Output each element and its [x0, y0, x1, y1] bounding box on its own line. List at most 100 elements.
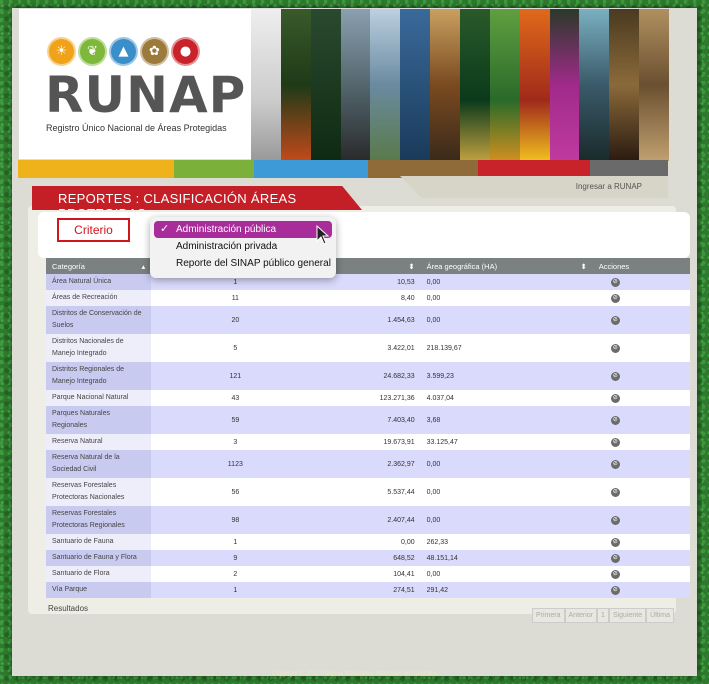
sort-icon[interactable]: ⬍ [580, 262, 586, 271]
geo-area-cell: 0,00 [420, 506, 593, 534]
sort-icon[interactable]: ⬍ [408, 262, 414, 271]
table-row: Reservas Forestales Protectoras Nacional… [46, 478, 690, 506]
view-details-icon[interactable]: ⊘ [610, 515, 620, 525]
table-row: Reserva Natural de la Sociedad Civil 1123… [46, 450, 690, 478]
table-row: Parques Naturales Regionales 59 7.403,40 3,… [46, 406, 690, 434]
geo-area-cell: 291,42 [420, 582, 593, 598]
area-cell: 7.403,40 [319, 406, 421, 434]
table-row: Distritos Nacionales de Manejo Integrado… [46, 334, 690, 362]
area-cell: 0,00 [319, 534, 421, 550]
category-cell: Reservas Forestales Protectoras Nacional… [46, 478, 152, 506]
area-cell: 8,40 [319, 290, 421, 306]
logo-subtitle: Registro Único Nacional de Áreas Protegi… [46, 123, 227, 133]
table-row: Distritos Regionales de Manejo Integrado… [46, 362, 690, 390]
area-cell: 104,41 [319, 566, 421, 582]
pager-next[interactable]: Siguiente [608, 608, 647, 623]
geo-area-cell: 0,00 [420, 274, 593, 290]
plant-icon: ✿ [140, 37, 169, 66]
count-cell: 5 [151, 334, 320, 362]
actions-cell: ⊘ [592, 534, 690, 550]
pager-prev[interactable]: Anterior [564, 608, 598, 623]
dropdown-option-public[interactable]: ✓ Administración pública [154, 221, 332, 238]
view-details-icon[interactable]: ⊘ [610, 315, 620, 325]
view-details-icon[interactable]: ⊘ [610, 537, 620, 547]
geo-area-cell: 3.599,23 [420, 362, 593, 390]
column-header-actions: Acciones [592, 258, 690, 274]
actions-cell: ⊘ [592, 478, 690, 506]
sun-icon: ☀ [47, 37, 76, 66]
column-header-geo-area[interactable]: Área geográfica (HA) ⬍ [420, 258, 593, 274]
table-row: Parque Nacional Natural 43 123.271,36 4.037… [46, 390, 690, 406]
pager-first[interactable]: Primera [532, 608, 565, 623]
category-cell: Santuario de Flora [46, 566, 152, 582]
count-cell: 121 [151, 362, 320, 390]
checkmark-icon: ✓ [160, 223, 170, 235]
area-cell: 24.682,33 [319, 362, 421, 390]
view-details-icon[interactable]: ⊘ [610, 393, 620, 403]
table-row: Área Natural Única 1 10,53 0,00 ⊘ [46, 274, 690, 290]
login-link[interactable]: Ingresar a RUNAP [576, 182, 642, 191]
view-details-icon[interactable]: ⊘ [610, 553, 620, 563]
classification-table: Categoría ▴ ⬍ Área geográfica (HA) ⬍ Acc… [46, 258, 690, 598]
table-row: Áreas de Recreación 11 8,40 0,00 ⊘ [46, 290, 690, 306]
column-header-category[interactable]: Categoría ▴ [46, 258, 152, 274]
count-cell: 98 [151, 506, 320, 534]
count-cell: 1 [151, 534, 320, 550]
category-cell: Distritos Regionales de Manejo Integrado [46, 362, 152, 390]
dropdown-option-sinap[interactable]: Reporte del SINAP público general [154, 255, 332, 272]
runap-logo[interactable]: ☀ ❦ ▲ ✿ ● RUNAP Registro Único Nacional … [19, 9, 251, 161]
geo-area-cell: 0,00 [420, 450, 593, 478]
site-header: ☀ ❦ ▲ ✿ ● RUNAP Registro Único Nacional … [18, 8, 670, 161]
area-cell: 123.271,36 [319, 390, 421, 406]
count-cell: 9 [151, 550, 320, 566]
pagination: Primera Anterior 1 Siguiente Última [532, 608, 674, 623]
count-cell: 56 [151, 478, 320, 506]
table-row: Reserva Natural 3 19.673,91 33.125,47 ⊘ [46, 434, 690, 450]
logo-wordmark: RUNAP [45, 66, 247, 124]
geo-area-cell: 0,00 [420, 306, 593, 334]
view-details-icon[interactable]: ⊘ [610, 343, 620, 353]
actions-cell: ⊘ [592, 434, 690, 450]
login-tab[interactable]: Ingresar a RUNAP [400, 176, 668, 198]
criterio-field[interactable]: Criterio [57, 218, 130, 242]
count-cell: 2 [151, 566, 320, 582]
copyright-footer: Copyright © 2022 Parques Nacionales Natu… [272, 671, 437, 677]
actions-cell: ⊘ [592, 550, 690, 566]
geo-area-cell: 262,33 [420, 534, 593, 550]
dropdown-option-private[interactable]: Administración privada [154, 238, 332, 255]
view-details-icon[interactable]: ⊘ [610, 459, 620, 469]
geo-area-cell: 0,00 [420, 478, 593, 506]
criterio-dropdown[interactable]: ✓ Administración pública Administración … [150, 217, 336, 278]
results-label: Resultados [48, 604, 89, 613]
view-details-icon[interactable]: ⊘ [610, 585, 620, 595]
mountain-icon: ▲ [109, 37, 138, 66]
area-cell: 5.537,44 [319, 478, 421, 506]
category-cell: Distritos de Conservación de Suelos [46, 306, 152, 334]
category-cell: Distritos Nacionales de Manejo Integrado [46, 334, 152, 362]
actions-cell: ⊘ [592, 290, 690, 306]
animal-icon: ● [171, 37, 200, 66]
pager-last[interactable]: Última [646, 608, 674, 623]
area-cell: 1.454,63 [319, 306, 421, 334]
area-cell: 274,51 [319, 582, 421, 598]
view-details-icon[interactable]: ⊘ [610, 487, 620, 497]
geo-area-cell: 48.151,14 [420, 550, 593, 566]
view-details-icon[interactable]: ⊘ [610, 415, 620, 425]
category-cell: Área Natural Única [46, 274, 152, 290]
category-cell: Santuario de Fauna y Flora [46, 550, 152, 566]
option-label: Administración privada [176, 241, 278, 252]
category-cell: Vía Parque [46, 582, 152, 598]
actions-cell: ⊘ [592, 362, 690, 390]
view-details-icon[interactable]: ⊘ [610, 277, 620, 287]
count-cell: 43 [151, 390, 320, 406]
view-details-icon[interactable]: ⊘ [610, 371, 620, 381]
view-details-icon[interactable]: ⊘ [610, 293, 620, 303]
table-header-row: Categoría ▴ ⬍ Área geográfica (HA) ⬍ Acc… [46, 258, 690, 274]
filter-panel [38, 212, 690, 258]
view-details-icon[interactable]: ⊘ [610, 569, 620, 579]
table-row: Distritos de Conservación de Suelos 20 1.4… [46, 306, 690, 334]
view-details-icon[interactable]: ⊘ [610, 437, 620, 447]
pager-page[interactable]: 1 [597, 608, 609, 623]
actions-cell: ⊘ [592, 582, 690, 598]
area-cell: 2.362,97 [319, 450, 421, 478]
